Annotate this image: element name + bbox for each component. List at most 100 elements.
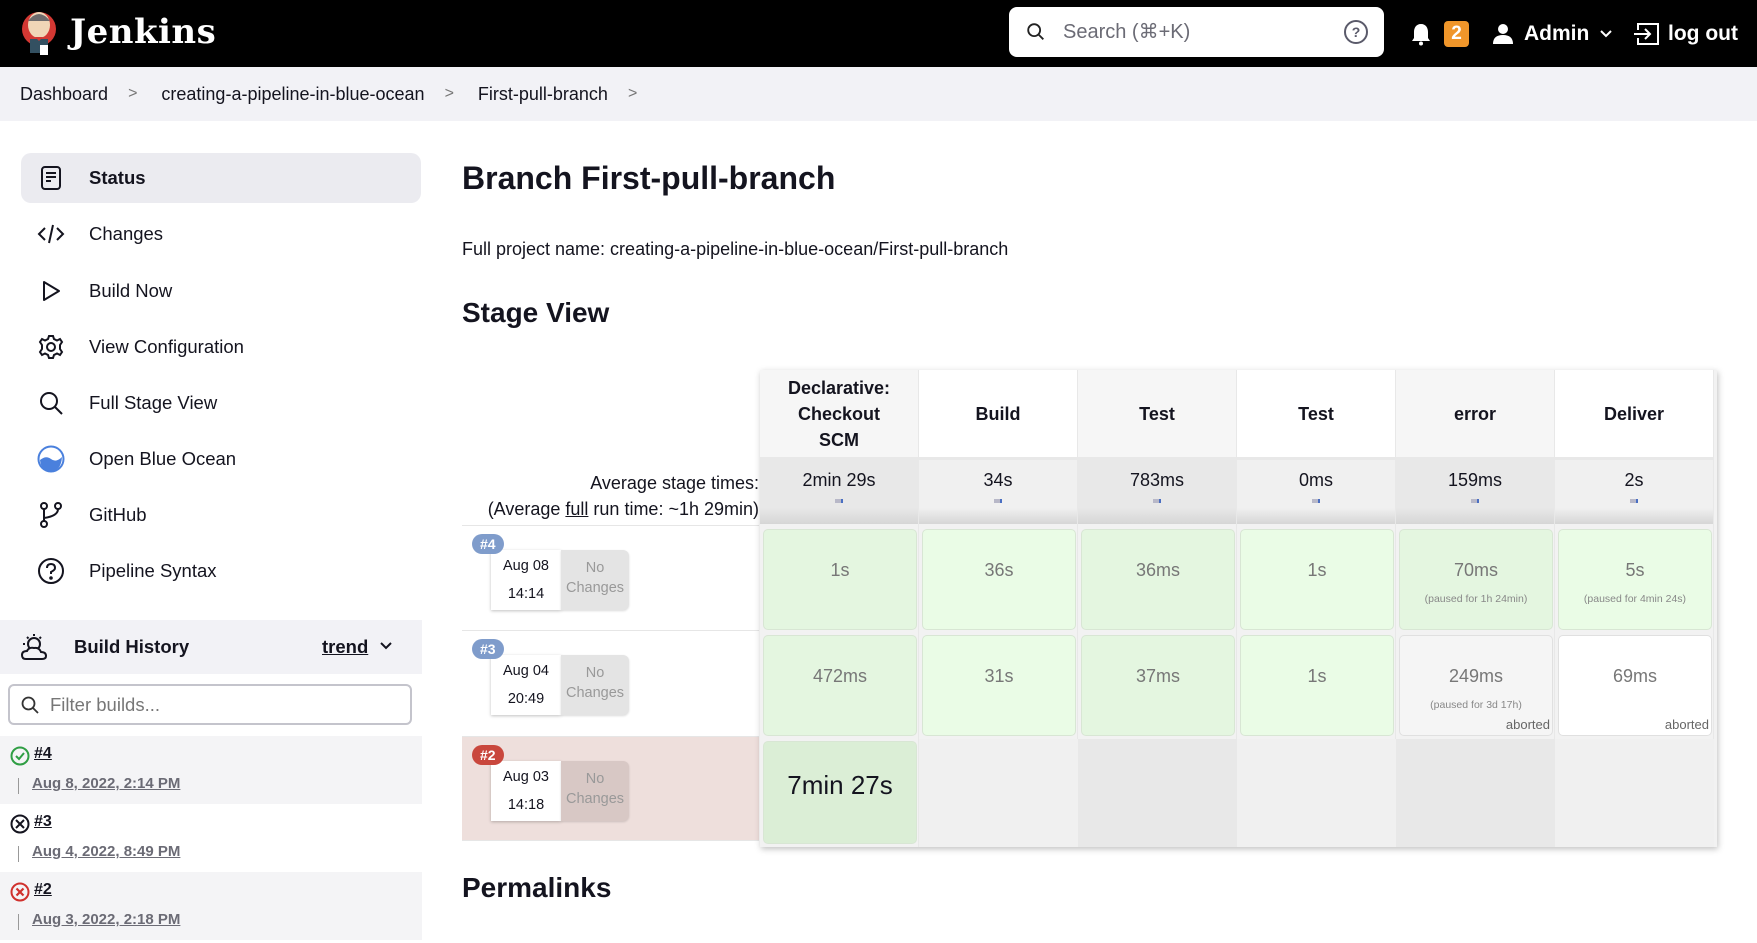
chevron-right-icon: > [444, 85, 454, 102]
stage-cell[interactable]: 1s [1240, 635, 1394, 736]
run-row-header: #4 Aug 08 14:14 No Changes [462, 525, 759, 631]
run-changes[interactable]: No Changes [561, 761, 629, 821]
stage-cell-time: 37ms [1135, 666, 1180, 686]
filter-builds-input[interactable] [50, 693, 410, 716]
stage-header: Test [1078, 370, 1236, 460]
build-history-item[interactable]: #2 Aug 3, 2022, 2:18 PM [0, 872, 422, 940]
build-number-link[interactable]: #2 [34, 881, 52, 899]
sidebar-item-open-blue-ocean[interactable]: Open Blue Ocean [21, 434, 421, 484]
chevron-right-icon[interactable]: > [628, 85, 637, 103]
bell-icon [1412, 23, 1430, 45]
stage-cell-status: aborted [1664, 717, 1709, 732]
stage-cell[interactable]: 1s [1240, 529, 1394, 630]
stage-cell[interactable]: 249ms (paused for 3d 17h) aborted [1399, 635, 1553, 736]
stage-cell[interactable]: 37ms [1081, 635, 1235, 736]
build-number-link[interactable]: #4 [34, 745, 52, 763]
run-date: Aug 08 14:14 [491, 550, 561, 610]
stage-cell[interactable]: 36ms [1081, 529, 1235, 630]
stage-column: error 159ms 70ms (paused for 1h 24min) 249ms… [1396, 370, 1555, 847]
stage-cell-empty [1078, 739, 1237, 847]
build-history-header: Build History trend [0, 620, 422, 674]
stage-cell-time: 472ms [812, 666, 868, 686]
run-changes[interactable]: No Changes [561, 550, 629, 610]
chevron-down-icon [1600, 29, 1613, 37]
stage-cell[interactable]: 1s [763, 529, 917, 630]
sidebar-item-pipeline-syntax[interactable]: Pipeline Syntax [21, 546, 421, 596]
jenkins-logo[interactable]: Jenkins [20, 7, 216, 57]
stage-cell[interactable]: 31s [922, 635, 1076, 736]
stage-average-time: 0ms [1237, 460, 1395, 524]
run-number-badge[interactable]: #3 [472, 639, 504, 659]
run-date-day: Aug 04 [503, 663, 549, 679]
breadcrumb-dashboard[interactable]: Dashboard [20, 84, 108, 105]
chevron-down-icon[interactable] [378, 638, 394, 654]
document-icon [37, 164, 65, 192]
sidebar-item-label: Changes [89, 223, 164, 244]
stage-cell[interactable]: 7min 27s [763, 741, 917, 844]
divider [18, 846, 19, 862]
build-date-link[interactable]: Aug 8, 2022, 2:14 PM [32, 775, 180, 792]
search-icon [37, 389, 65, 417]
stage-cell-empty [1396, 739, 1555, 847]
sidebar-item-full-stage-view[interactable]: Full Stage View [21, 378, 421, 428]
search-icon [21, 696, 39, 714]
search-input[interactable] [1063, 20, 1344, 44]
stage-cell-time: 1s [1307, 666, 1327, 686]
stage-cell[interactable]: 69ms aborted [1558, 635, 1712, 736]
avg-full-prefix: (Average [487, 499, 566, 519]
build-date-link[interactable]: Aug 3, 2022, 2:18 PM [32, 911, 180, 928]
trend-link[interactable]: trend [322, 636, 368, 658]
sidebar-item-label: Pipeline Syntax [89, 560, 217, 581]
build-history-item[interactable]: #4 Aug 8, 2022, 2:14 PM [0, 736, 422, 804]
user-menu[interactable]: Admin [1492, 0, 1613, 67]
search-help-icon[interactable]: ? [1344, 20, 1368, 44]
sidebar-item-changes[interactable]: Changes [21, 209, 421, 259]
stage-cell-time: 36ms [1135, 560, 1180, 580]
run-date-time: 20:49 [507, 691, 545, 707]
run-number-badge[interactable]: #2 [472, 745, 504, 765]
logout-button[interactable]: log out [1632, 0, 1738, 67]
notification-badge[interactable]: 2 [1444, 0, 1469, 67]
breadcrumb-branch[interactable]: First-pull-branch [478, 84, 608, 105]
failed-icon [10, 882, 30, 902]
sidebar-item-label: Build Now [89, 280, 173, 301]
stage-cell-time: 36s [984, 560, 1014, 580]
sidebar-item-build-now[interactable]: Build Now [21, 266, 421, 316]
stage-cell-time: 7min 27s [787, 770, 893, 800]
stage-cell[interactable]: 70ms (paused for 1h 24min) [1399, 529, 1553, 630]
sidebar-item-status[interactable]: Status [21, 153, 421, 203]
divider [18, 914, 19, 930]
sidebar-item-view-configuration[interactable]: View Configuration [21, 322, 421, 372]
avg-stage-times-text: Average stage times: [590, 473, 759, 493]
stage-cell[interactable]: 36s [922, 529, 1076, 630]
full-project-name: Full project name: creating-a-pipeline-i… [462, 239, 1009, 259]
stage-cell-time: 5s [1625, 560, 1645, 580]
stage-cell-time: 70ms [1453, 560, 1498, 580]
run-changes[interactable]: No Changes [561, 655, 629, 715]
avg-full-link[interactable]: full [565, 499, 588, 519]
sidebar-item-github[interactable]: GitHub [21, 490, 421, 540]
success-icon [10, 746, 30, 766]
stage-header: error [1396, 370, 1554, 460]
stage-cell-time: 31s [984, 666, 1014, 686]
run-number-badge[interactable]: #4 [472, 534, 504, 554]
stage-cell[interactable]: 472ms [763, 635, 917, 736]
build-date-link[interactable]: Aug 4, 2022, 8:49 PM [32, 843, 180, 860]
sidebar-item-label: Full Stage View [89, 392, 218, 413]
mini-progress-bar [1312, 499, 1320, 503]
stage-cell[interactable]: 5s (paused for 4min 24s) [1558, 529, 1712, 630]
notifications-button[interactable] [1410, 0, 1432, 67]
build-number-link[interactable]: #3 [34, 813, 52, 831]
stage-average-time: 783ms [1078, 460, 1236, 524]
aborted-icon [10, 814, 30, 834]
stage-cell-time: 1s [830, 560, 850, 580]
stage-average-time: 34s [919, 460, 1077, 524]
breadcrumb-project[interactable]: creating-a-pipeline-in-blue-ocean [161, 84, 424, 105]
build-history-item[interactable]: #3 Aug 4, 2022, 8:49 PM [0, 804, 422, 872]
chevron-right-icon: > [128, 85, 138, 102]
sidebar-item-label: View Configuration [89, 336, 244, 357]
stage-cell-time: 1s [1307, 560, 1327, 580]
weather-icon [20, 634, 48, 660]
sidebar-item-label: Open Blue Ocean [89, 448, 237, 469]
user-icon [1493, 23, 1513, 44]
